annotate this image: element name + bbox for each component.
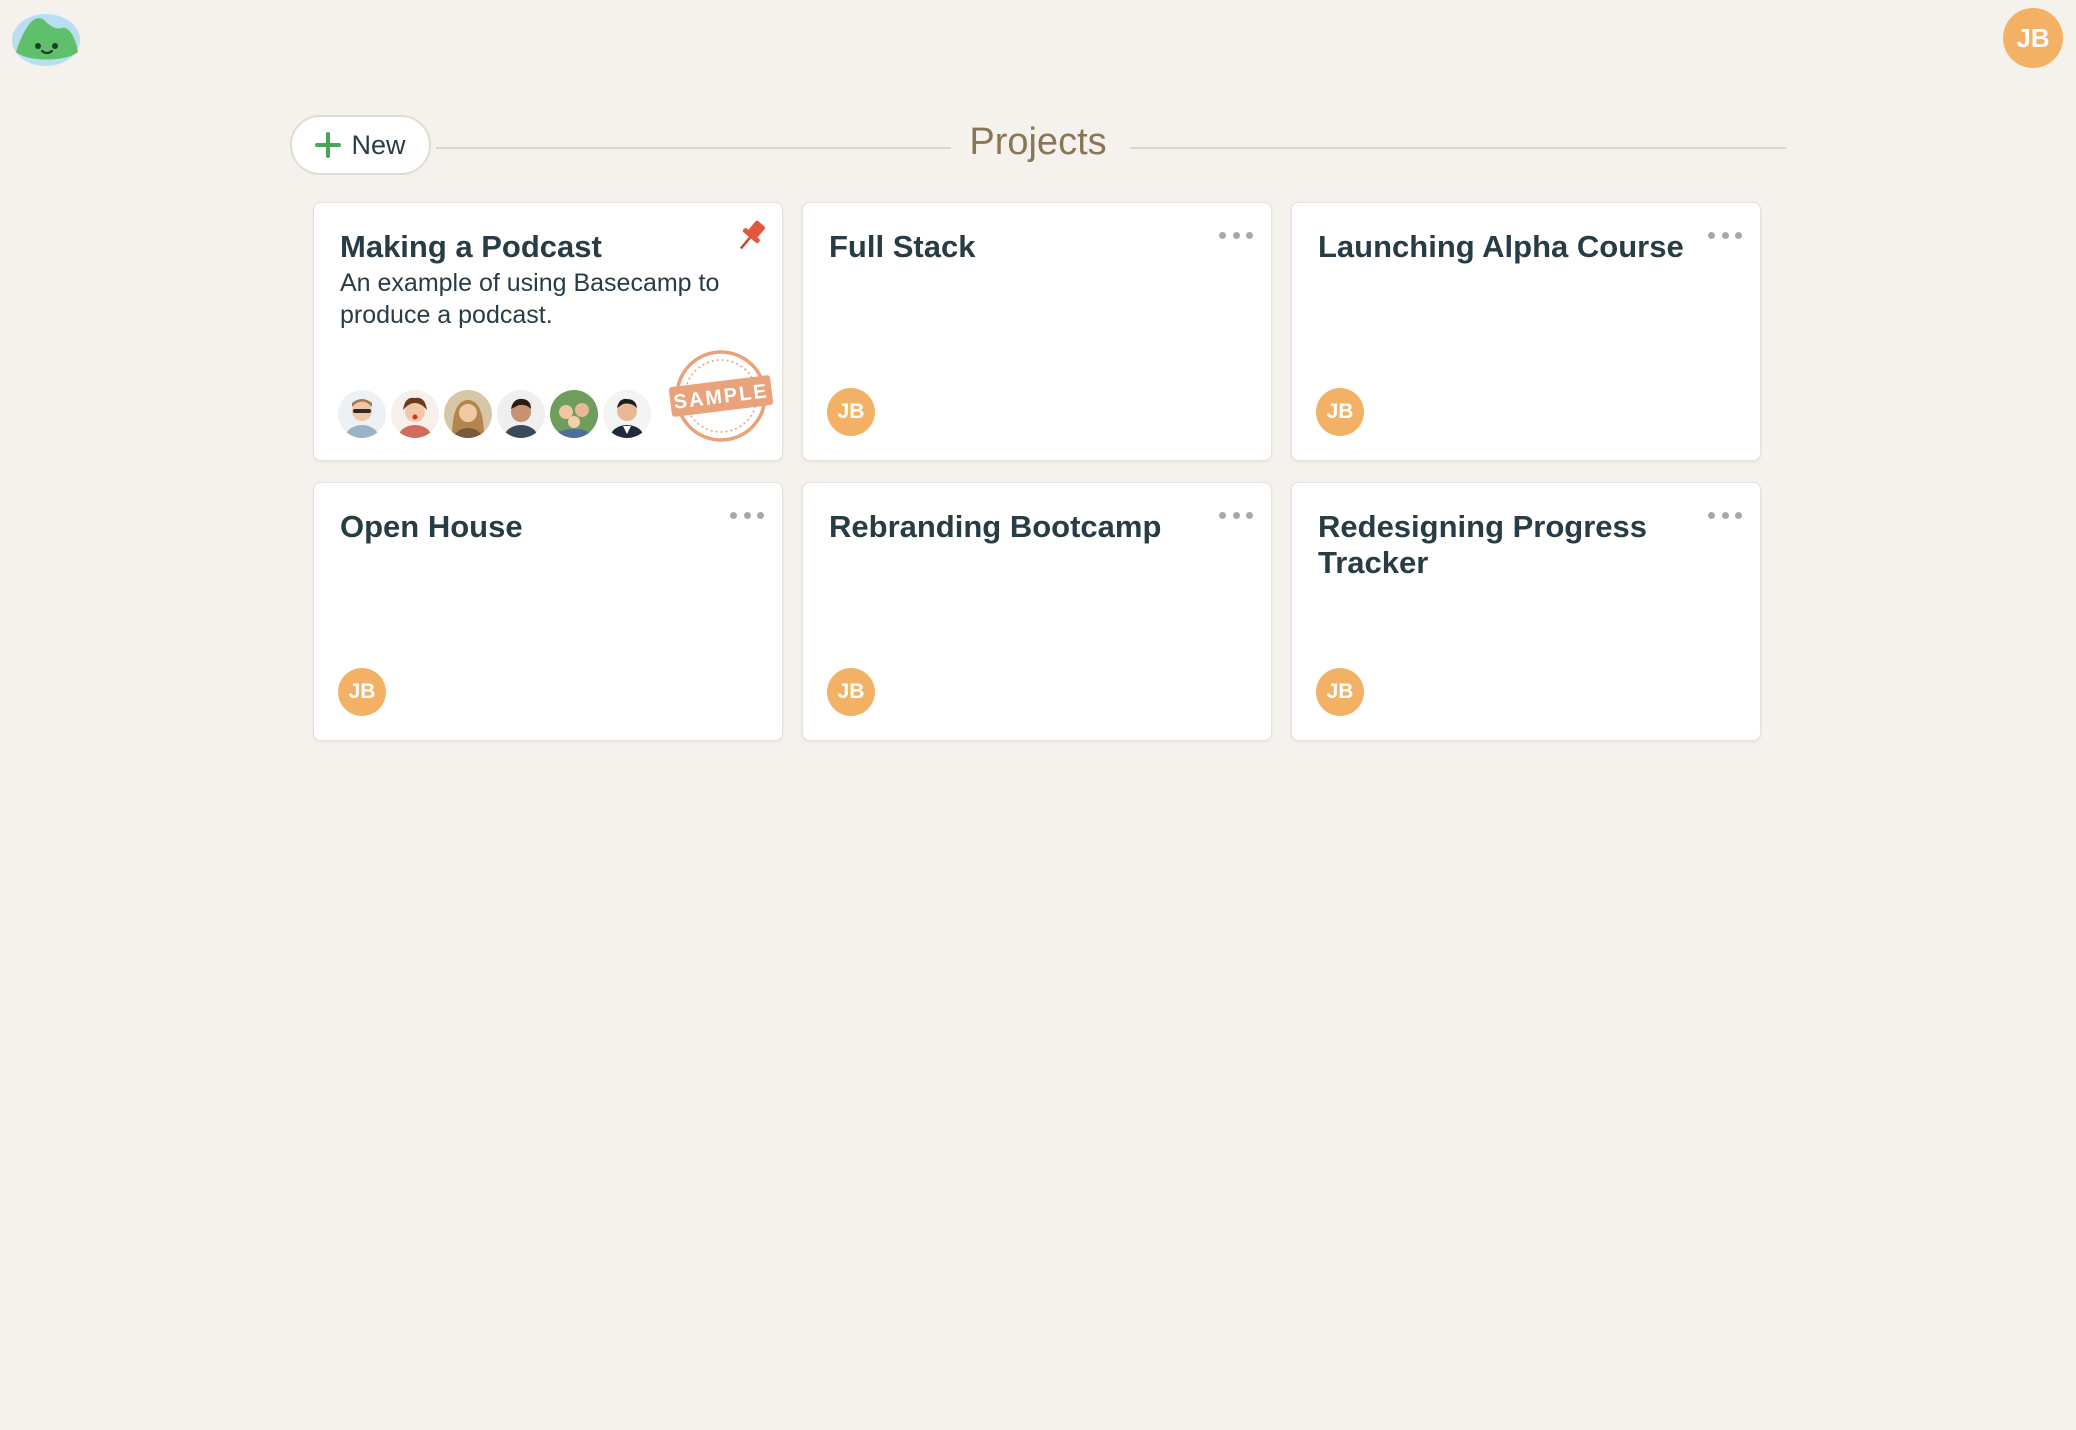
more-options-icon[interactable] [1219, 505, 1253, 525]
member-avatar[interactable]: JB [827, 668, 875, 716]
project-grid: Making a Podcast An example of using Bas… [313, 202, 1765, 741]
member-avatar[interactable]: JB [1316, 668, 1364, 716]
user-avatar[interactable]: JB [2003, 8, 2063, 68]
project-title[interactable]: Full Stack [829, 229, 1201, 265]
project-title[interactable]: Rebranding Bootcamp [829, 509, 1201, 545]
person-avatar[interactable] [391, 390, 439, 438]
member-initials: JB [1326, 680, 1354, 703]
member-initials: JB [348, 680, 376, 703]
project-description: An example of using Basecamp to produce … [340, 269, 720, 329]
member-initials: JB [1326, 400, 1354, 423]
member-avatar[interactable]: JB [1316, 388, 1364, 436]
project-title[interactable]: Launching Alpha Course [1318, 229, 1690, 265]
member-avatar[interactable]: JB [338, 668, 386, 716]
project-card-making-a-podcast[interactable]: Making a Podcast An example of using Bas… [313, 202, 783, 461]
page-title-text: Projects [951, 121, 1125, 163]
project-card-launching-alpha-course[interactable]: Launching Alpha Course JB [1291, 202, 1761, 461]
projects-header: New Projects [290, 115, 1786, 179]
more-options-icon[interactable] [1708, 505, 1742, 525]
project-title[interactable]: Open House [340, 509, 712, 545]
member-avatar[interactable]: JB [827, 388, 875, 436]
member-initials: JB [837, 400, 865, 423]
pin-icon[interactable] [734, 217, 768, 255]
project-card-open-house[interactable]: Open House JB [313, 482, 783, 741]
person-avatar[interactable] [444, 390, 492, 438]
sample-stamp: SAMPLE [666, 348, 776, 444]
more-options-icon[interactable] [1708, 225, 1742, 245]
basecamp-logo-icon[interactable] [8, 6, 84, 68]
person-avatar[interactable] [338, 390, 386, 438]
person-avatar[interactable] [497, 390, 545, 438]
member-initials: JB [837, 680, 865, 703]
person-avatar[interactable] [603, 390, 651, 438]
project-title[interactable]: Making a Podcast [340, 229, 712, 265]
page-title: Projects [290, 121, 1786, 164]
person-avatar[interactable] [550, 390, 598, 438]
project-card-redesigning-progress-tracker[interactable]: Redesigning Progress Tracker JB [1291, 482, 1761, 741]
project-card-rebranding-bootcamp[interactable]: Rebranding Bootcamp JB [802, 482, 1272, 741]
user-initials: JB [2016, 22, 2050, 53]
more-options-icon[interactable] [730, 505, 764, 525]
project-people [338, 390, 651, 438]
project-title[interactable]: Redesigning Progress Tracker [1318, 509, 1690, 581]
more-options-icon[interactable] [1219, 225, 1253, 245]
project-card-full-stack[interactable]: Full Stack JB [802, 202, 1272, 461]
